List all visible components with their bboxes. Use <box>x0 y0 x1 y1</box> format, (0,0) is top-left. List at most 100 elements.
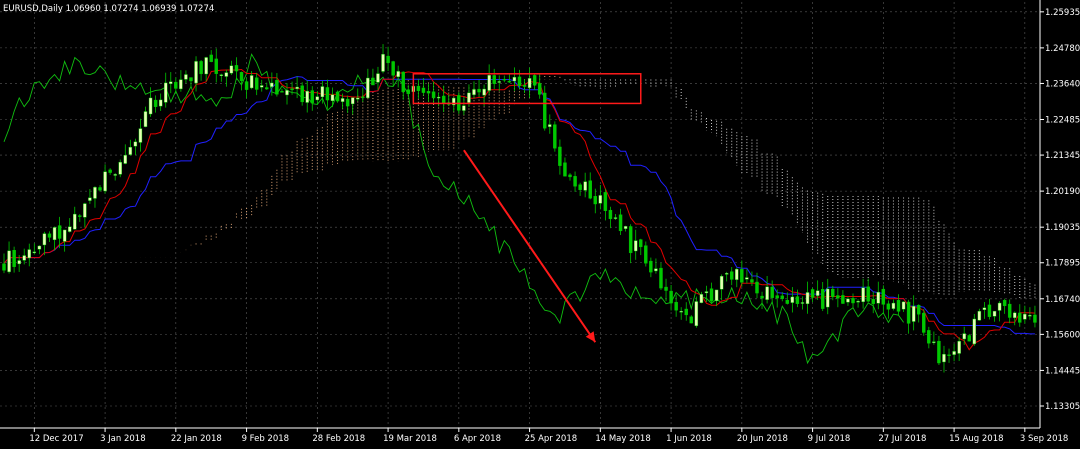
candle-body <box>704 291 709 294</box>
candle-body <box>568 174 572 178</box>
candle-body <box>487 75 491 91</box>
candle-body <box>810 289 815 298</box>
candle-body <box>335 91 340 102</box>
candle-body <box>911 305 916 322</box>
candle-body <box>345 98 350 107</box>
candle-body <box>1007 303 1012 318</box>
candle-body <box>977 310 982 321</box>
candle-body <box>684 308 688 316</box>
candle-body <box>164 82 168 103</box>
candle-body <box>512 77 517 82</box>
x-tick-label: 12 Dec 2017 <box>29 434 83 444</box>
candle-body <box>1028 315 1032 317</box>
y-tick-label: 1.14445 <box>1045 366 1080 376</box>
candle-body <box>371 77 375 86</box>
candle-body <box>916 304 921 315</box>
candle-body <box>350 97 355 105</box>
candle-body <box>153 99 158 107</box>
candle-body <box>548 124 552 127</box>
candle-body <box>932 341 936 343</box>
candle-body <box>861 287 865 303</box>
candle-body <box>179 79 183 90</box>
candle-body <box>891 302 896 309</box>
candle-body <box>381 54 385 72</box>
y-tick-label: 1.21345 <box>1045 151 1080 161</box>
candle-body <box>244 81 249 90</box>
candle-body <box>765 286 769 300</box>
candle-body <box>795 296 800 304</box>
ichimoku-chart[interactable]: 1.25935 1.24780 1.23640 1.22485 1.21345 1.201… <box>0 0 1080 445</box>
candle-body <box>760 295 764 299</box>
candle-body <box>992 310 997 317</box>
candle-body <box>386 55 390 64</box>
candle-body <box>325 87 330 101</box>
candle-body <box>522 84 527 87</box>
candle-body <box>249 75 254 89</box>
candle-body <box>143 111 148 127</box>
candle-body <box>962 333 966 340</box>
candle-body <box>669 290 673 304</box>
candle-body <box>78 215 82 217</box>
chart-area[interactable]: 1.25935 1.24780 1.23640 1.22485 1.21345 1.201… <box>0 0 1080 445</box>
candle-body <box>290 88 294 91</box>
candle-body <box>826 288 830 308</box>
candle-body <box>209 54 213 62</box>
candle-body <box>1018 312 1022 323</box>
candle-body <box>98 187 102 191</box>
candle[interactable] <box>335 90 340 103</box>
candle-body <box>158 99 163 107</box>
candle-body <box>820 289 825 309</box>
candle-body <box>285 90 289 96</box>
candle-body <box>573 176 577 187</box>
candle-body <box>361 96 365 99</box>
x-tick-label: 28 Feb 2018 <box>312 434 365 444</box>
y-tick-label: 1.16740 <box>1045 295 1080 305</box>
x-tick-label: 25 Apr 2018 <box>525 434 578 444</box>
candle-body <box>467 92 471 103</box>
candle[interactable] <box>118 159 122 178</box>
candle-body <box>593 196 597 205</box>
candle-body <box>47 233 52 238</box>
candle-body <box>942 353 946 363</box>
candle-body <box>659 267 663 289</box>
candle-body <box>184 74 188 80</box>
candle-body <box>52 227 57 241</box>
candle-body <box>310 90 314 104</box>
candle-body <box>689 316 694 324</box>
candle-body <box>553 124 557 149</box>
candle-body <box>275 79 279 95</box>
x-tick-label: 15 Aug 2018 <box>949 434 1003 444</box>
candle-body <box>224 72 229 77</box>
candle-body <box>214 58 218 74</box>
candle-body <box>639 239 643 248</box>
y-tick-label: 1.23640 <box>1045 79 1080 89</box>
x-tick-label: 9 Feb 2018 <box>242 434 290 444</box>
y-tick-label: 1.13305 <box>1045 402 1080 412</box>
candle-body <box>482 88 486 96</box>
candle-body <box>623 226 628 229</box>
y-tick-label: 1.22485 <box>1045 116 1080 126</box>
candle-body <box>805 292 810 305</box>
candle-body <box>836 295 840 299</box>
y-tick-label: 1.19035 <box>1045 223 1080 233</box>
candle-body <box>881 288 886 305</box>
candle-body <box>219 74 224 76</box>
candle-body <box>608 209 613 220</box>
candle-body <box>532 75 537 86</box>
candle-body <box>922 312 926 333</box>
candle-body <box>330 94 335 102</box>
candle-body <box>876 291 880 304</box>
candle[interactable] <box>922 308 926 336</box>
candle-body <box>886 303 891 310</box>
candle-body <box>947 354 951 356</box>
candle-body <box>815 290 820 296</box>
candle-body <box>649 260 653 273</box>
candle-body <box>654 268 658 272</box>
candle-body <box>709 288 714 302</box>
candle-body <box>856 300 860 303</box>
x-tick-label: 3 Jan 2018 <box>100 434 146 444</box>
candle[interactable] <box>553 121 557 152</box>
candle-body <box>421 87 426 93</box>
candle-body <box>740 269 744 283</box>
candle-body <box>699 294 704 304</box>
